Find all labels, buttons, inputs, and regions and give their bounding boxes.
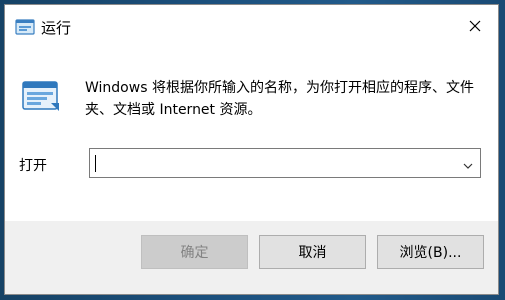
cancel-button[interactable]: 取消	[259, 235, 366, 269]
title-bar[interactable]: 运行	[5, 5, 498, 47]
description-text: Windows 将根据你所输入的名称，为你打开相应的程序、文件夹、文档或 Int…	[85, 80, 474, 118]
run-app-icon	[15, 19, 35, 35]
ok-button[interactable]: 确定	[141, 235, 248, 269]
run-dialog: 运行 Windows 将根据你所输入的名称，为你打开相应的程序、文件夹、文档或 …	[4, 4, 499, 295]
text-caret	[95, 155, 96, 172]
open-label: 打开	[19, 158, 47, 174]
open-combobox[interactable]	[89, 148, 481, 178]
chevron-down-icon	[463, 154, 473, 173]
dialog-content: Windows 将根据你所输入的名称，为你打开相应的程序、文件夹、文档或 Int…	[5, 47, 498, 221]
button-bar: 确定 取消 浏览(B)...	[5, 221, 498, 294]
run-app-icon	[21, 79, 61, 113]
close-button[interactable]	[452, 5, 498, 47]
browse-button[interactable]: 浏览(B)...	[377, 235, 484, 269]
dropdown-button[interactable]	[456, 149, 480, 177]
close-icon	[469, 17, 481, 36]
window-title: 运行	[41, 19, 72, 37]
